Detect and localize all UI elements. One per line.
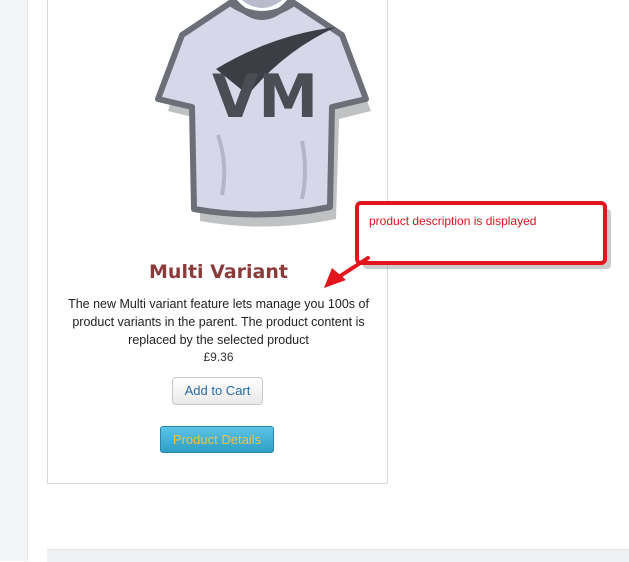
annotation-text: product description is displayed bbox=[369, 214, 537, 228]
vm-logo: VM bbox=[212, 62, 318, 132]
left-sidebar-strip bbox=[0, 0, 28, 561]
product-description: The new Multi variant feature lets manag… bbox=[68, 297, 369, 347]
add-to-cart-button[interactable]: Add to Cart bbox=[172, 377, 263, 405]
product-price: £9.36 bbox=[203, 350, 234, 364]
bottom-panel bbox=[47, 549, 629, 562]
product-details-button[interactable]: Product Details bbox=[160, 426, 274, 453]
